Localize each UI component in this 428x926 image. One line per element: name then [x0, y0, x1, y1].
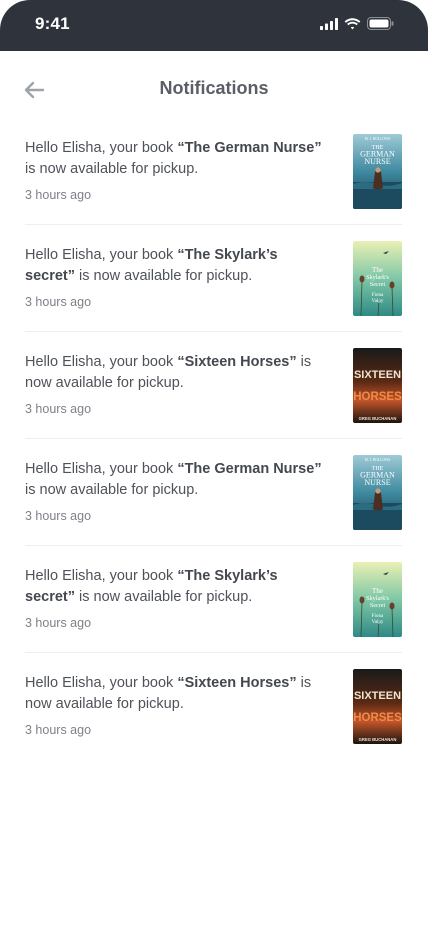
message-prefix: Hello Elisha, your book — [25, 568, 178, 584]
svg-text:SIXTEEN: SIXTEEN — [354, 690, 401, 702]
book-cover-sixteen-art: SIXTEEN HORSES GREG BUCHANAN — [353, 669, 402, 744]
svg-text:Valpy: Valpy — [372, 299, 384, 304]
message-prefix: Hello Elisha, your book — [25, 461, 178, 477]
notification-item[interactable]: Hello Elisha, your book “Sixteen Horses”… — [25, 653, 402, 760]
notification-item[interactable]: Hello Elisha, your book “The German Nurs… — [25, 439, 402, 546]
notification-message: Hello Elisha, your book “Sixteen Horses”… — [25, 673, 325, 715]
book-cover-german-nurse[interactable]: M. J. HOLLOWS THE GERMAN NURSE — [353, 455, 402, 530]
message-suffix: is now available for pickup. — [25, 161, 199, 177]
notification-item[interactable]: Hello Elisha, your book “The Skylark’s s… — [25, 225, 402, 332]
notification-time: 3 hours ago — [25, 402, 92, 416]
book-title: “The German Nurse” — [177, 140, 322, 156]
notification-message: Hello Elisha, your book “The Skylark’s s… — [25, 566, 325, 608]
notification-item[interactable]: Hello Elisha, your book “The Skylark’s s… — [25, 546, 402, 653]
book-cover-skylark[interactable]: The Skylark's Secret Fiona Valpy — [353, 241, 402, 316]
book-cover-sixteen[interactable]: SIXTEEN HORSES GREG BUCHANAN — [353, 348, 402, 423]
book-title: “The German Nurse” — [177, 461, 322, 477]
message-suffix: is now available for pickup. — [25, 482, 199, 498]
svg-text:M. J. HOLLOWS: M. J. HOLLOWS — [365, 137, 391, 141]
notification-message: Hello Elisha, your book “Sixteen Horses”… — [25, 352, 325, 394]
svg-text:GREG BUCHANAN: GREG BUCHANAN — [359, 737, 397, 742]
svg-text:The: The — [372, 266, 383, 274]
notification-time: 3 hours ago — [25, 188, 92, 202]
svg-text:Secret: Secret — [370, 281, 386, 288]
book-cover-skylark[interactable]: The Skylark's Secret Fiona Valpy — [353, 562, 402, 637]
book-title: “Sixteen Horses” — [177, 675, 297, 691]
book-cover-german-nurse[interactable]: M. J. HOLLOWS THE GERMAN NURSE — [353, 134, 402, 209]
status-bar: 9:41 — [0, 0, 428, 51]
svg-text:NURSE: NURSE — [364, 157, 390, 166]
status-time: 9:41 — [35, 13, 70, 33]
wifi-icon — [344, 17, 361, 29]
message-suffix: is now available for pickup. — [74, 589, 253, 605]
book-cover-sixteen[interactable]: SIXTEEN HORSES GREG BUCHANAN — [353, 669, 402, 744]
svg-text:GREG BUCHANAN: GREG BUCHANAN — [359, 416, 397, 421]
svg-text:Fiona: Fiona — [372, 293, 384, 298]
svg-text:Skylark's: Skylark's — [366, 274, 389, 281]
notification-message: Hello Elisha, your book “The German Nurs… — [25, 459, 325, 501]
book-cover-german-nurse-art: M. J. HOLLOWS THE GERMAN NURSE — [353, 455, 402, 530]
svg-text:Valpy: Valpy — [372, 620, 384, 625]
notification-time: 3 hours ago — [25, 295, 92, 309]
book-cover-skylark-art: The Skylark's Secret Fiona Valpy — [353, 241, 402, 316]
header: Notifications — [0, 51, 428, 127]
notification-time: 3 hours ago — [25, 616, 92, 630]
notification-list: Hello Elisha, your book “The German Nurs… — [25, 118, 402, 760]
cellular-signal-icon — [320, 17, 338, 30]
svg-text:HORSES: HORSES — [353, 712, 402, 724]
book-cover-sixteen-art: SIXTEEN HORSES GREG BUCHANAN — [353, 348, 402, 423]
svg-text:NURSE: NURSE — [364, 478, 390, 487]
message-prefix: Hello Elisha, your book — [25, 675, 178, 691]
message-suffix: is now available for pickup. — [74, 268, 253, 284]
book-cover-skylark-art: The Skylark's Secret Fiona Valpy — [353, 562, 402, 637]
notification-item[interactable]: Hello Elisha, your book “The German Nurs… — [25, 118, 402, 225]
message-prefix: Hello Elisha, your book — [25, 354, 178, 370]
message-prefix: Hello Elisha, your book — [25, 247, 178, 263]
notification-time: 3 hours ago — [25, 723, 92, 737]
notification-item[interactable]: Hello Elisha, your book “Sixteen Horses”… — [25, 332, 402, 439]
status-icons — [320, 17, 394, 30]
svg-text:HORSES: HORSES — [353, 391, 402, 403]
notification-message: Hello Elisha, your book “The German Nurs… — [25, 138, 325, 180]
svg-text:M. J. HOLLOWS: M. J. HOLLOWS — [365, 458, 391, 462]
svg-text:Secret: Secret — [370, 602, 386, 609]
notification-message: Hello Elisha, your book “The Skylark’s s… — [25, 245, 325, 287]
svg-text:The: The — [372, 587, 383, 595]
svg-text:SIXTEEN: SIXTEEN — [354, 369, 401, 381]
page-title: Notifications — [159, 78, 269, 98]
svg-text:Skylark's: Skylark's — [366, 595, 389, 602]
svg-text:Fiona: Fiona — [372, 614, 384, 619]
notification-time: 3 hours ago — [25, 509, 92, 523]
message-prefix: Hello Elisha, your book — [25, 140, 178, 156]
book-cover-german-nurse-art: M. J. HOLLOWS THE GERMAN NURSE — [353, 134, 402, 209]
book-title: “Sixteen Horses” — [177, 354, 297, 370]
battery-icon — [367, 17, 394, 30]
